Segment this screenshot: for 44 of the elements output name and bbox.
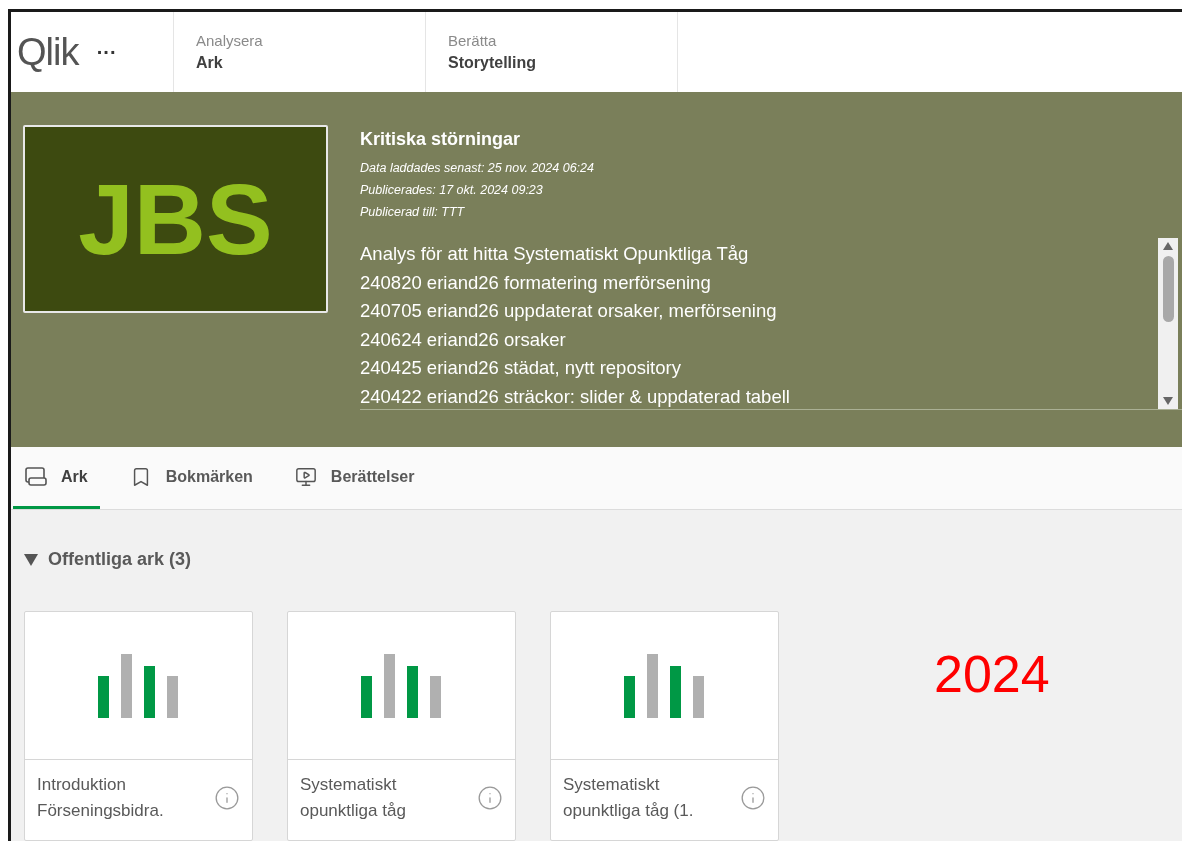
tab[interactable]: Ark <box>13 447 100 509</box>
sheet-title: Förseningsbidra. <box>37 800 165 822</box>
sheet-card[interactable]: Systematiskt opunktliga tåg (1. <box>550 611 779 841</box>
sheet-title: opunktliga tåg <box>300 800 407 822</box>
description-line: 240624 eriand26 orsaker <box>360 327 567 352</box>
sheet-title: Systematiskt <box>300 774 398 796</box>
bar-chart-icon <box>97 653 180 718</box>
description-line: 240705 eriand26 uppdaterat orsaker, merförsening <box>360 299 778 323</box>
info-icon[interactable] <box>214 785 240 811</box>
more-button[interactable]: ··· <box>96 42 117 62</box>
bar-chart-icon <box>623 653 706 718</box>
sheet-card[interactable]: Introduktion Förseningsbidra. <box>24 611 253 841</box>
meta-text: Publicerad till: TTT <box>360 204 466 221</box>
meta-text: Publicerades: 17 okt. 2024 09:23 <box>360 182 544 199</box>
scroll-up-icon[interactable] <box>1163 242 1173 250</box>
presentation-icon <box>294 465 317 488</box>
nav-label: Storytelling <box>448 53 537 73</box>
bar-chart-icon <box>360 653 443 718</box>
tab[interactable]: Berättelser <box>282 447 427 509</box>
sheet-title: opunktliga tåg (1. <box>563 800 695 822</box>
scroll-down-icon[interactable] <box>1163 397 1173 405</box>
nav-label: Ark <box>196 53 224 73</box>
section-header[interactable]: Offentliga ark (3) <box>24 546 1182 573</box>
description-line: 240422 eriand26 sträckor: slider & uppdaterad tabell <box>360 384 791 409</box>
nav-kicker: Berätta <box>448 31 498 51</box>
scroll-thumb[interactable] <box>1162 256 1174 322</box>
description-line: 240425 eriand26 städat, nytt repository <box>360 356 682 380</box>
sheet-icon <box>25 466 47 487</box>
description-line: Analys för att hitta Systematiskt Opunktliga Tåg <box>360 242 750 266</box>
description-line: 240820 eriand26 formatering merförsening <box>360 270 712 295</box>
tab[interactable]: Bokmärken <box>117 447 265 509</box>
sheet-title: Systematiskt <box>563 774 661 796</box>
logo[interactable]: Qlik <box>17 33 79 71</box>
sheet-title: Introduktion <box>37 774 127 796</box>
info-icon[interactable] <box>477 785 503 811</box>
caret-icon <box>24 553 38 566</box>
sheet-card[interactable]: Systematiskt opunktliga tåg <box>287 611 516 841</box>
info-icon[interactable] <box>740 785 766 811</box>
app-title: Kritiska störningar <box>360 128 522 151</box>
meta-text: Data laddades senast: 25 nov. 2024 06:24 <box>360 160 595 177</box>
scrollbar[interactable] <box>1158 238 1178 409</box>
year-annotation: 2024 <box>934 648 1050 700</box>
nav-kicker: Analysera <box>196 31 264 51</box>
thumbnail-text: JBS <box>78 169 273 269</box>
